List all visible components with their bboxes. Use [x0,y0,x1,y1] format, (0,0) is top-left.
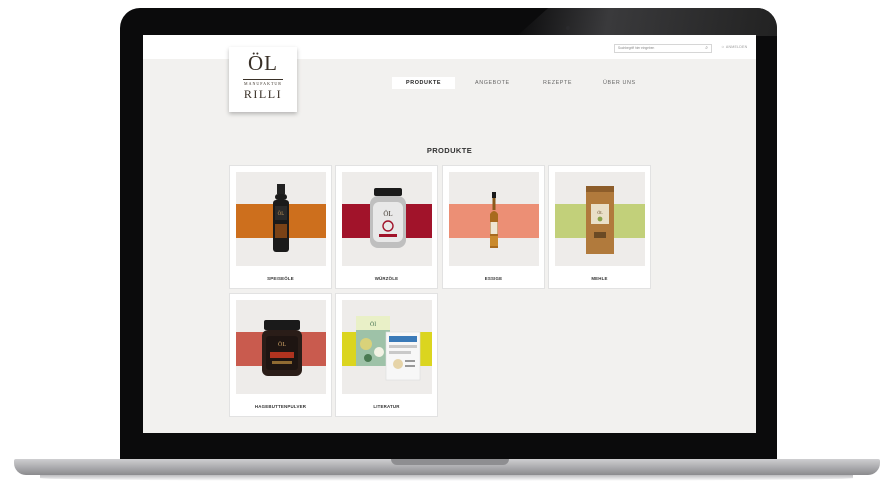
search-icon[interactable]: ⌕ [705,46,708,51]
category-image: ÖL [555,172,645,266]
category-card-essige[interactable]: ESSIGE [442,165,545,289]
laptop-mockup: Suchbegriff hier eingeben ⌕ ☺ ANMELDEN Ö… [0,0,893,489]
category-label: WÜRZÖLE [374,276,399,281]
login-label: ANMELDEN [725,45,748,49]
logo-bottom-text: RILLI [243,87,283,101]
search-placeholder: Suchbegriff hier eingeben [618,46,655,50]
nav-item-ueber-uns[interactable]: ÜBER UNS [603,77,636,89]
search-input[interactable]: Suchbegriff hier eingeben ⌕ [614,44,712,53]
category-card-hagebuttenpulver[interactable]: ÖL HAGEBUTTENPULVER [229,293,332,417]
category-label: ESSIGE [484,276,503,281]
svg-text:Öl: Öl [370,321,376,328]
books-image: Öl [356,316,421,381]
laptop-shadow [40,475,853,481]
category-image: ÖL [236,300,326,394]
category-label: HAGEBUTTENPULVER [254,404,307,409]
vinegar-bottle-image [490,192,498,248]
flour-bag-image: ÖL [586,186,614,254]
oil-bottle-image: ÖL [273,184,289,252]
nav-item-rezepte[interactable]: REZEPTE [543,77,572,89]
logo-middle-text: MANUFAKTUR [244,81,282,86]
camera-icon [566,26,570,30]
category-card-mehle[interactable]: ÖL MEHLE [548,165,651,289]
laptop-notch [391,459,509,465]
jar-image: ÖL [370,188,406,248]
category-image: Öl [342,300,432,394]
category-image: ÖL [342,172,432,266]
category-label: SPEISEÖLE [267,276,294,281]
svg-text:ÖL: ÖL [383,210,392,218]
svg-text:ÖL: ÖL [278,341,286,348]
category-image: ÖL [236,172,326,266]
category-label: LITERATUR [373,404,400,409]
category-card-speiseoele[interactable]: ÖL SPEISEÖLE [229,165,332,289]
nav-item-angebote[interactable]: ANGEBOTE [475,77,510,89]
powder-jar-image: ÖL [262,320,302,376]
bezel-reflection [517,8,777,36]
category-label: MEHLE [591,276,608,281]
category-card-wuerzoele[interactable]: ÖL WÜRZÖLE [335,165,438,289]
user-icon: ☺ [721,45,725,49]
category-card-literatur[interactable]: Öl LITERATUR [335,293,438,417]
brand-logo[interactable]: ÖL MANUFAKTUR RILLI [229,47,297,112]
logo-top-text: ÖL [248,51,278,75]
logo-divider [243,79,283,80]
svg-text:ÖL: ÖL [597,210,603,215]
page-title: PRODUKTE [426,146,473,155]
svg-text:ÖL: ÖL [278,211,285,217]
website-screen: Suchbegriff hier eingeben ⌕ ☺ ANMELDEN Ö… [143,35,756,433]
login-link[interactable]: ☺ ANMELDEN [721,45,747,49]
category-image [449,172,539,266]
nav-item-produkte[interactable]: PRODUKTE [392,77,456,89]
